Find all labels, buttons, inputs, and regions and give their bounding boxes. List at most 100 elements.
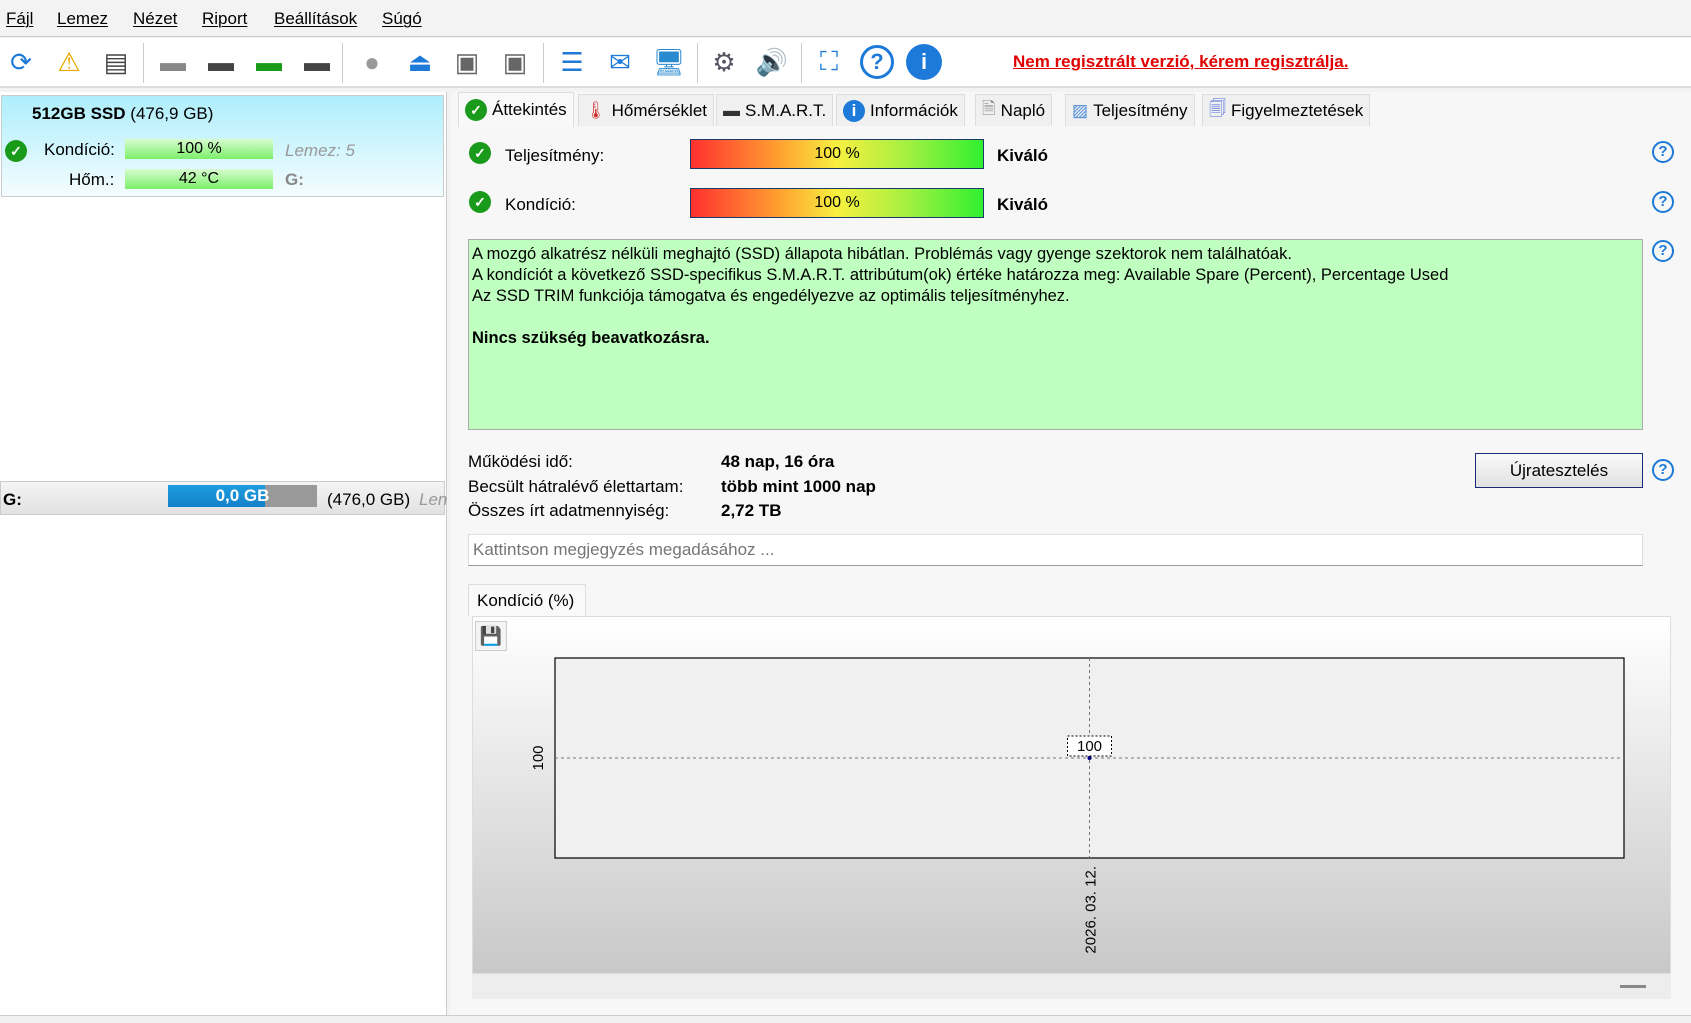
partition-extra: Len xyxy=(419,490,448,509)
tab-temperature[interactable]: 🌡 Hőmérséklet xyxy=(578,94,715,126)
toolbar: ⟳ ⚠ ▤ ▬ ▬ ▬ ▬ ● ⏏ ▣ ▣ ☰ ✉ 🖥 ⚙ 🔊 ⛶ ? i xyxy=(0,38,1691,88)
tab-label: Áttekintés xyxy=(492,100,567,119)
info-icon: i xyxy=(843,99,865,122)
speaker-icon[interactable]: 🔊 xyxy=(753,43,791,81)
disk-gray-icon[interactable]: ● xyxy=(353,43,391,81)
tab-information[interactable]: i Információk xyxy=(836,94,965,126)
screenshot-icon[interactable]: ⛶ xyxy=(810,43,848,81)
help-icon[interactable]: ? xyxy=(1652,459,1674,481)
status-bar xyxy=(0,1015,1691,1023)
hotswap-icon[interactable]: ▣ xyxy=(448,43,486,81)
help-icon[interactable]: ? xyxy=(858,43,896,81)
status-ok-icon: ✓ xyxy=(469,191,491,213)
disk-search-icon[interactable]: ▬ xyxy=(298,43,336,81)
tab-label: Figyelmeztetések xyxy=(1230,100,1364,120)
refresh-warning-icon[interactable]: ⚠ xyxy=(50,43,88,81)
performance-label: Teljesítmény: xyxy=(505,146,605,165)
note-input[interactable] xyxy=(468,534,1643,566)
info-icon[interactable]: i xyxy=(905,43,943,81)
chart-area: 💾 100 2026. 03. 12. 100 xyxy=(472,616,1671,974)
message-action: Nincs szükség beavatkozásra. xyxy=(472,329,710,347)
tab-warnings[interactable]: 🗐 Figyelmeztetések xyxy=(1202,94,1371,126)
uptime-value: 48 nap, 16 óra xyxy=(721,452,835,471)
disk-name: 512GB SSD xyxy=(32,104,126,123)
tab-log[interactable]: 🗎 Napló xyxy=(975,94,1053,126)
settings-icon[interactable]: ⚙ xyxy=(705,43,743,81)
tab-label: Teljesítmény xyxy=(1093,100,1188,120)
help-icon[interactable]: ? xyxy=(1652,240,1674,262)
tab-label: Napló xyxy=(1000,100,1046,120)
lifetime-label: Becsült hátralévő élettartam: xyxy=(468,477,684,496)
written-value: 2,72 TB xyxy=(721,501,782,520)
tab-overview[interactable]: ✓ Áttekintés xyxy=(458,92,574,127)
condition-rating: Kiváló xyxy=(997,195,1049,214)
menu-report[interactable]: Riport xyxy=(202,9,247,29)
toolbar-separator xyxy=(543,43,544,83)
menu-bar: Fájl Lemez Nézet Riport Beállítások Súgó xyxy=(0,0,1691,37)
condition-label: Kondíció: xyxy=(44,140,115,159)
toolbar-separator xyxy=(143,43,144,83)
mail-icon[interactable]: ✉ xyxy=(601,43,639,81)
y-tick-label: 100 xyxy=(530,745,547,770)
performance-rating: Kiváló xyxy=(997,146,1049,165)
uptime-label: Működési idő: xyxy=(468,452,573,471)
lifetime-value: több mint 1000 nap xyxy=(721,477,876,496)
help-icon[interactable]: ? xyxy=(1652,191,1674,213)
documents-icon: 🗐 xyxy=(1209,99,1226,118)
menu-settings[interactable]: Beállítások xyxy=(274,9,357,29)
menu-help[interactable]: Súgó xyxy=(382,9,422,29)
x-tick-label: 2026. 03. 12. xyxy=(1083,866,1100,954)
hotswap-remove-icon[interactable]: ▣ xyxy=(496,43,534,81)
help-icon[interactable]: ? xyxy=(1652,141,1674,163)
chart-icon: ▨ xyxy=(1072,100,1089,120)
partition-row[interactable]: G: 0,0 GB (476,0 GB) Len xyxy=(0,481,448,515)
chart-scroll-area xyxy=(472,974,1671,999)
disk-check-icon[interactable]: ▬ xyxy=(250,43,288,81)
status-ok-icon: ✓ xyxy=(5,140,27,162)
condition-chart: 100 2026. 03. 12. 100 xyxy=(530,657,1625,954)
condition-bar: 100 % xyxy=(125,139,273,159)
tab-label: Hőmérséklet xyxy=(611,100,708,120)
written-label: Összes írt adatmennyiség: xyxy=(468,501,670,520)
chart-tab-condition[interactable]: Kondíció (%) xyxy=(468,584,586,616)
drive-letter: G: xyxy=(285,170,304,189)
disk-sound-icon[interactable]: ▬ xyxy=(154,43,192,81)
thermometer-icon: 🌡 xyxy=(585,100,607,120)
menu-file[interactable]: Fájl xyxy=(6,9,33,29)
tab-performance[interactable]: ▨ Teljesítmény xyxy=(1065,94,1195,126)
eject-icon[interactable]: ⏏ xyxy=(401,43,439,81)
data-point xyxy=(1087,756,1092,760)
disk-card[interactable]: 512GB SSD (476,9 GB) ✓ Kondíció: 100 % L… xyxy=(1,95,444,197)
menu-view[interactable]: Nézet xyxy=(133,9,177,29)
toolbar-separator xyxy=(697,43,698,83)
retest-button[interactable]: Újratesztelés xyxy=(1475,453,1643,488)
temp-bar: 42 °C xyxy=(125,169,273,189)
toolbar-separator xyxy=(801,43,802,83)
partition-drive: G: xyxy=(3,490,22,509)
web-icon[interactable]: 🖥 xyxy=(650,43,688,81)
partition-usage-bar: 0,0 GB xyxy=(168,485,317,507)
disk-icon: ▬ xyxy=(723,100,740,120)
performance-bar: 100 % xyxy=(690,139,984,169)
menu-disk[interactable]: Lemez xyxy=(57,9,108,29)
tab-label: Információk xyxy=(870,100,958,120)
condition-bar: 100 % xyxy=(690,188,984,218)
check-icon: ✓ xyxy=(465,99,487,121)
data-label: 100 xyxy=(1077,738,1102,755)
disk-list-panel xyxy=(0,92,447,1015)
disk-list-icon[interactable]: ▤ xyxy=(97,43,135,81)
register-link[interactable]: Nem regisztrált verzió, kérem regisztrál… xyxy=(1013,52,1348,72)
status-ok-icon: ✓ xyxy=(469,142,491,164)
refresh-icon[interactable]: ⟳ xyxy=(2,43,40,81)
message-line: A kondíciót a következő SSD-specifikus S… xyxy=(472,266,1449,284)
tab-label: S.M.A.R.T. xyxy=(745,100,827,120)
condition-label: Kondíció: xyxy=(505,195,576,214)
notepad-icon[interactable]: ☰ xyxy=(553,43,591,81)
tab-smart[interactable]: ▬ S.M.A.R.T. xyxy=(716,94,834,126)
disk-size: (476,9 GB) xyxy=(130,104,214,123)
message-line: Az SSD TRIM funkciója támogatva és enged… xyxy=(472,287,1070,305)
toolbar-separator xyxy=(342,43,343,83)
temp-label: Hőm.: xyxy=(69,170,115,189)
scrollbar-handle[interactable] xyxy=(1620,985,1646,988)
disk-clock-icon[interactable]: ▬ xyxy=(202,43,240,81)
